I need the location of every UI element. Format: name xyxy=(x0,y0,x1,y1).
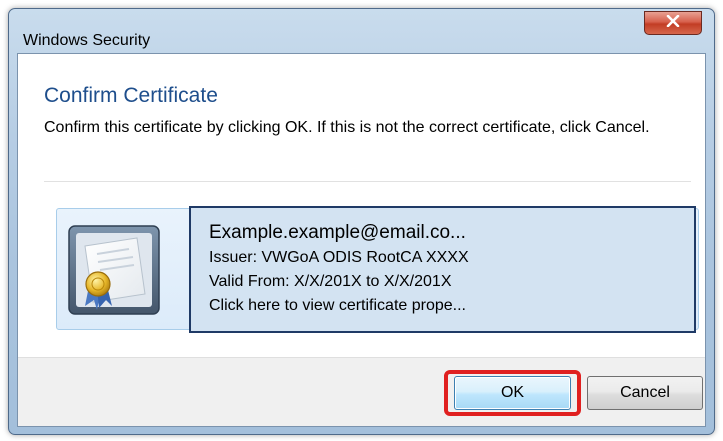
dialog-instruction: Confirm this certificate by clicking OK.… xyxy=(44,119,650,136)
ok-highlight: OK xyxy=(444,370,581,416)
ok-button[interactable]: OK xyxy=(454,376,571,410)
window-title: Windows Security xyxy=(23,32,151,49)
certificate-name: Example.example@email.co... xyxy=(209,222,466,243)
certificate-validity: Valid From: X/X/201X to X/X/201X xyxy=(209,273,452,290)
view-properties-link[interactable]: Click here to view certificate prope... xyxy=(209,294,694,318)
certificate-icon xyxy=(67,224,161,316)
dialog-content: Confirm Certificate Confirm this certifi… xyxy=(17,53,706,427)
dialog-heading: Confirm Certificate xyxy=(44,84,218,107)
close-button[interactable] xyxy=(644,11,702,35)
certificate-details: Example.example@email.co... Issuer: VWGo… xyxy=(189,206,696,333)
dialog-window: Windows Security Confirm Certificate Con… xyxy=(8,8,715,435)
cancel-button[interactable]: Cancel xyxy=(587,376,703,410)
certificate-tile[interactable]: Example.example@email.co... Issuer: VWGo… xyxy=(56,206,699,333)
certificate-issuer: Issuer: VWGoA ODIS RootCA XXXX xyxy=(209,249,469,266)
close-icon xyxy=(666,14,680,32)
button-bar: OK Cancel xyxy=(18,357,705,426)
divider xyxy=(44,181,691,182)
title-bar[interactable]: Windows Security xyxy=(9,9,714,49)
